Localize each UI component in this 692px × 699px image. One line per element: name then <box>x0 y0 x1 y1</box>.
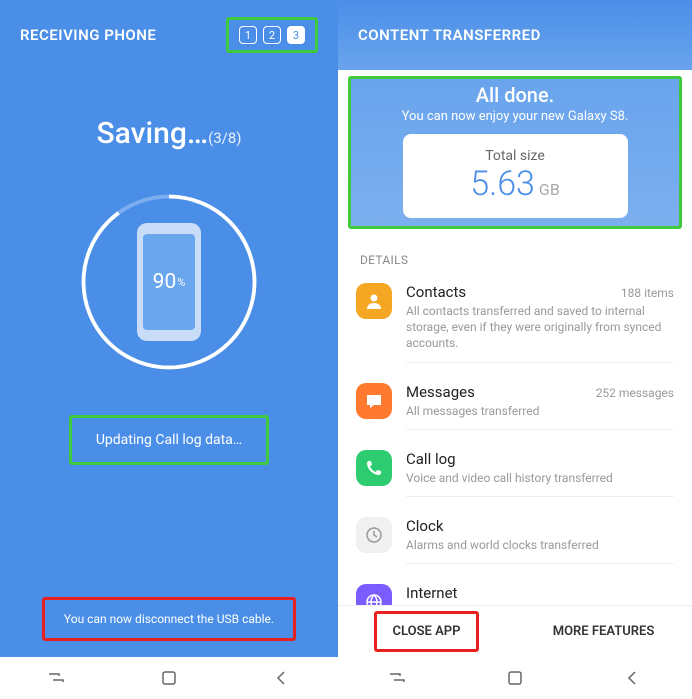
step-indicator: 1 2 3 <box>226 17 318 53</box>
call-icon <box>356 450 392 486</box>
step-2: 2 <box>263 26 281 44</box>
size-value: 5.63 <box>470 164 535 204</box>
page-title: RECEIVING PHONE <box>20 26 156 44</box>
list-item[interactable]: Clock Alarms and world clocks transferre… <box>356 507 674 574</box>
item-name: Call log <box>406 450 456 468</box>
step-1: 1 <box>239 26 257 44</box>
item-name: Clock <box>406 517 443 535</box>
close-app-button[interactable]: CLOSE APP <box>338 606 515 657</box>
list-item[interactable]: Contacts 188 items All contacts transferr… <box>356 273 674 373</box>
progress-ring: 90% <box>74 187 264 377</box>
usb-note: You can now disconnect the USB cable. <box>42 597 296 641</box>
saving-label: Saving… <box>97 116 209 151</box>
saving-count: (3/8) <box>208 129 241 147</box>
size-unit: GB <box>539 180 560 199</box>
messages-icon <box>356 383 392 419</box>
step-3: 3 <box>287 26 305 44</box>
contacts-icon <box>356 283 392 319</box>
item-count: 252 messages <box>596 386 674 400</box>
back-button[interactable] <box>257 663 307 693</box>
progress-unit: % <box>177 276 185 289</box>
item-name: Internet <box>406 584 457 602</box>
item-count: 188 items <box>621 286 674 300</box>
item-name: Messages <box>406 383 475 401</box>
clock-icon <box>356 517 392 553</box>
nav-bar <box>0 657 338 699</box>
more-features-button[interactable]: MORE FEATURES <box>515 606 692 657</box>
size-label: Total size <box>413 148 618 164</box>
list-item[interactable]: Call log Voice and video call history tr… <box>356 440 674 507</box>
item-desc: All contacts transferred and saved to in… <box>406 303 674 352</box>
item-desc: All messages transferred <box>406 403 674 419</box>
item-name: Contacts <box>406 283 466 301</box>
page-title: CONTENT TRANSFERRED <box>358 26 541 44</box>
list-item[interactable]: Messages 252 messages All messages transf… <box>356 373 674 440</box>
details-label: DETAILS <box>360 253 670 267</box>
recents-button[interactable] <box>31 663 81 693</box>
status-text: Updating Call log data… <box>69 415 269 465</box>
item-desc: Alarms and world clocks transferred <box>406 537 674 553</box>
done-subtitle: You can now enjoy your new Galaxy S8. <box>357 109 673 124</box>
saving-header: Saving…(3/8) <box>0 116 338 151</box>
back-button[interactable] <box>608 663 658 693</box>
home-button[interactable] <box>490 663 540 693</box>
phone-icon: 90% <box>137 223 201 341</box>
recents-button[interactable] <box>372 663 422 693</box>
item-desc: Voice and video call history transferred <box>406 470 674 486</box>
done-panel: All done. You can now enjoy your new Gal… <box>348 76 682 229</box>
size-card: Total size 5.63GB <box>403 134 628 218</box>
nav-bar <box>338 657 692 699</box>
home-button[interactable] <box>144 663 194 693</box>
done-title: All done. <box>357 83 673 107</box>
progress-value: 90 <box>153 270 177 294</box>
